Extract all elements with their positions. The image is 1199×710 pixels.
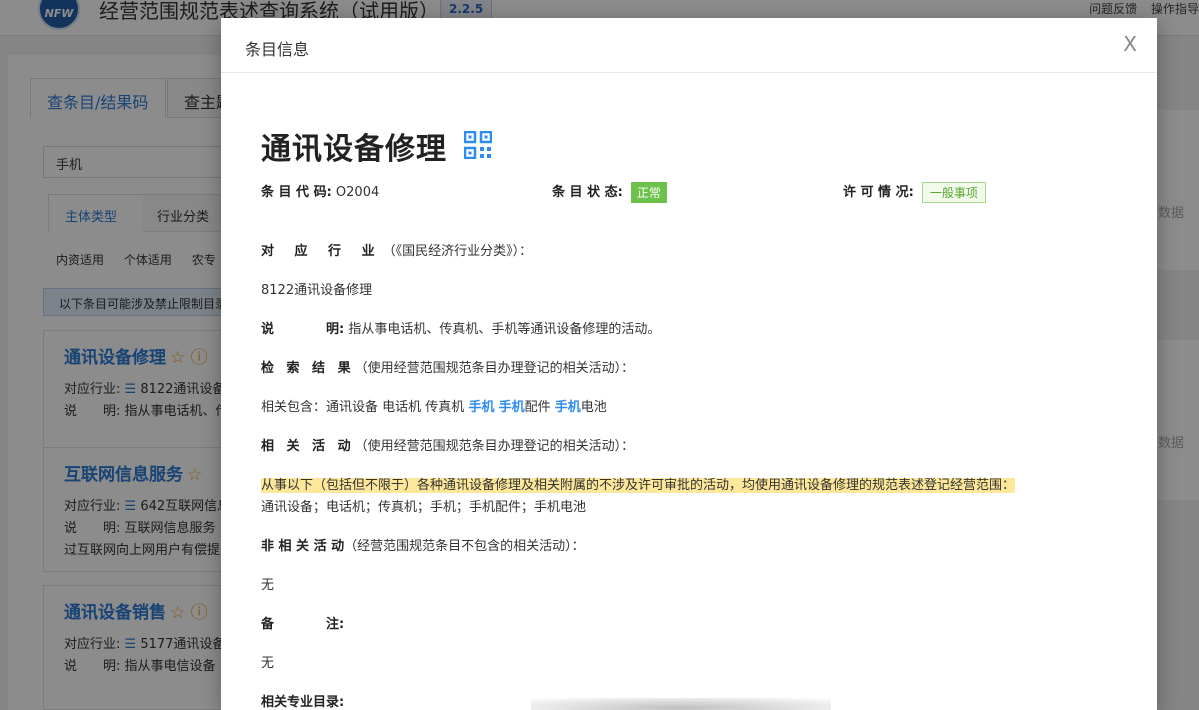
- related-item: 通讯设备: [326, 400, 379, 415]
- code-field: 条 目 代 码: O2004: [261, 181, 379, 200]
- industry-note: （《国民经济行业分类》）：: [382, 244, 533, 259]
- activity-label: 相 关 活 动: [261, 439, 355, 454]
- keyword-highlight: 手机: [554, 400, 581, 415]
- code-value: O2004: [335, 185, 380, 200]
- industry-label: 对 应 行 业: [261, 244, 383, 259]
- industry-heading: 对 应 行 业（《国民经济行业分类》）：: [261, 240, 532, 259]
- entry-info-modal: 条目信息 X 通讯设备修理 条 目 代 码: O2004 条 目 状 态: 正常…: [221, 18, 1157, 710]
- related-item: 配件: [524, 400, 555, 415]
- remark-heading: 备 注:: [261, 613, 344, 632]
- non-activity-note: （经营范围规范条目不包含的相关活动）：: [344, 539, 585, 554]
- description-label: 说 明:: [261, 322, 345, 337]
- industry-value: 8122通讯设备修理: [261, 283, 373, 298]
- modal-header: 条目信息 X: [221, 18, 1157, 73]
- activity-highlight: 从事以下（包括但不限于）各种通讯设备修理及相关附属的不涉及许可审批的活动，均使用…: [261, 478, 1016, 493]
- permit-label: 许 可 情 况:: [843, 185, 914, 200]
- status-label: 条 目 状 态:: [552, 185, 623, 200]
- scroll-shadow: [531, 698, 831, 710]
- search-result-label: 检 索 结 果: [261, 361, 355, 376]
- related-item: 电池: [580, 400, 607, 415]
- search-result-heading: 检 索 结 果（使用经营范围规范条目办理登记的相关活动）：: [261, 357, 634, 376]
- permit-badge: 一般事项: [921, 182, 986, 203]
- permit-field: 许 可 情 况: 一般事项: [843, 181, 986, 203]
- description-field: 说 明: 指从事电话机、传真机、手机等通讯设备修理的活动。: [261, 318, 660, 337]
- related-item: 电话机: [378, 400, 422, 415]
- non-activity-value: 无: [261, 578, 275, 593]
- related-prefix: 相关包含：: [261, 400, 327, 415]
- catalog-heading: 相关专业目录:: [261, 691, 344, 710]
- status-badge: 正常: [630, 182, 667, 203]
- activity-note: （使用经营范围规范条目办理登记的相关活动）：: [354, 439, 635, 454]
- search-result-note: （使用经营范围规范条目办理登记的相关活动）：: [354, 361, 635, 376]
- keyword-highlight: 手机: [498, 400, 525, 415]
- description-value: 指从事电话机、传真机、手机等通讯设备修理的活动。: [348, 322, 661, 337]
- non-activity-label: 非 相 关 活 动: [261, 539, 345, 554]
- code-label: 条 目 代 码:: [261, 185, 332, 200]
- modal-title: 条目信息: [245, 40, 310, 59]
- activity-heading: 相 关 活 动（使用经营范围规范条目办理登记的相关活动）：: [261, 435, 634, 454]
- status-field: 条 目 状 态: 正常: [552, 181, 667, 203]
- activity-description: 从事以下（包括但不限于）各种通讯设备修理及相关附属的不涉及许可审批的活动，均使用…: [261, 474, 1016, 493]
- related-item: 传真机: [421, 400, 469, 415]
- keyword-highlight: 手机: [468, 400, 495, 415]
- catalog-label: 相关专业目录:: [261, 695, 345, 710]
- entry-title: 通讯设备修理: [261, 124, 493, 169]
- qr-code-icon[interactable]: [464, 130, 493, 167]
- remark-value: 无: [261, 656, 275, 671]
- remark-label: 备 注:: [261, 617, 345, 632]
- non-activity-heading: 非 相 关 活 动（经营范围规范条目不包含的相关活动）：: [261, 535, 585, 554]
- activity-list: 通讯设备；电话机；传真机；手机；手机配件；手机电池: [261, 500, 587, 515]
- related-includes: 相关包含：通讯设备 电话机 传真机 手机 手机配件 手机电池: [261, 396, 607, 415]
- close-icon[interactable]: X: [1123, 32, 1137, 56]
